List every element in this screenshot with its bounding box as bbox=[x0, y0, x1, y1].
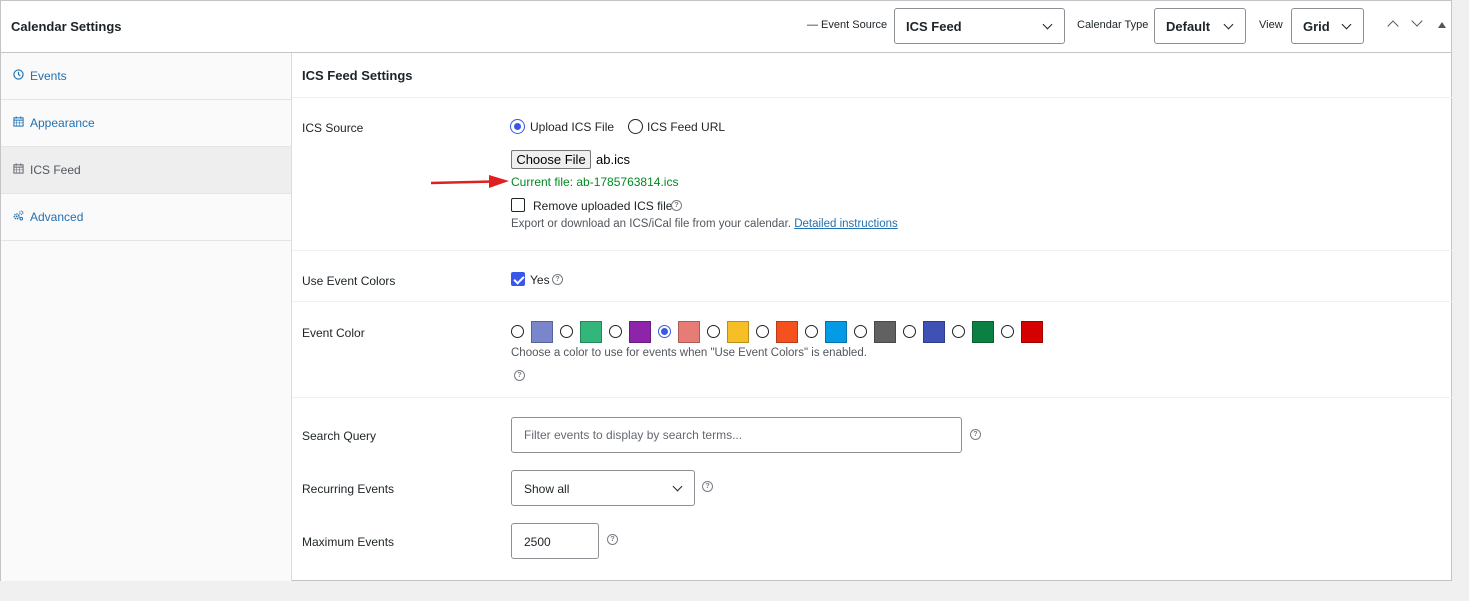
calendar-settings-panel: Calendar Settings — Event Source ICS Fee… bbox=[0, 0, 1452, 581]
view-label: View bbox=[1259, 19, 1283, 31]
gears-icon bbox=[13, 210, 24, 221]
help-icon[interactable]: ? bbox=[702, 481, 713, 492]
color-swatch[interactable] bbox=[678, 321, 700, 343]
remove-ics-label: Remove uploaded ICS file bbox=[533, 199, 673, 213]
view-value: Grid bbox=[1303, 19, 1330, 34]
chevron-down-icon bbox=[1341, 19, 1352, 30]
chevron-down-icon bbox=[1411, 15, 1423, 27]
help-icon[interactable]: ? bbox=[552, 274, 563, 285]
event-color-radio[interactable] bbox=[560, 325, 573, 338]
current-file-text: Current file: ab-1785763814.ics bbox=[511, 175, 679, 189]
chevron-up-icon bbox=[1387, 20, 1399, 32]
divider bbox=[292, 397, 1452, 398]
detailed-instructions-link[interactable]: Detailed instructions bbox=[794, 218, 898, 230]
color-swatch[interactable] bbox=[825, 321, 847, 343]
color-swatch[interactable] bbox=[972, 321, 994, 343]
color-swatch[interactable] bbox=[727, 321, 749, 343]
chevron-down-icon bbox=[1042, 19, 1053, 30]
help-icon[interactable]: ? bbox=[514, 370, 525, 381]
color-swatch[interactable] bbox=[776, 321, 798, 343]
tab-label: Advanced bbox=[30, 210, 84, 224]
search-query-placeholder: Filter events to display by search terms… bbox=[524, 428, 743, 442]
event-color-radio[interactable] bbox=[658, 325, 671, 338]
search-query-input[interactable]: Filter events to display by search terms… bbox=[511, 417, 962, 453]
chevron-down-icon bbox=[1223, 19, 1234, 30]
color-swatch[interactable] bbox=[874, 321, 896, 343]
ics-feed-url-label: ICS Feed URL bbox=[647, 120, 726, 134]
move-up-button[interactable] bbox=[1384, 15, 1404, 35]
export-help-text: Export or download an ICS/iCal file from… bbox=[511, 218, 898, 230]
event-source-label: — Event Source bbox=[807, 19, 888, 31]
tab-label: ICS Feed bbox=[30, 163, 81, 177]
use-event-colors-checkbox[interactable] bbox=[511, 272, 525, 286]
event-color-radio[interactable] bbox=[952, 325, 965, 338]
event-color-radio[interactable] bbox=[903, 325, 916, 338]
use-event-colors-yes: Yes bbox=[530, 273, 550, 287]
section-title: ICS Feed Settings bbox=[302, 68, 413, 83]
remove-ics-checkbox[interactable] bbox=[511, 198, 525, 212]
calendar-type-select[interactable]: Default bbox=[1154, 8, 1246, 44]
help-icon[interactable]: ? bbox=[671, 200, 682, 211]
export-help-desc: Export or download an ICS/iCal file from… bbox=[511, 218, 791, 230]
settings-sidebar: Events Appearance ICS Feed Advanced bbox=[1, 53, 292, 581]
divider bbox=[292, 301, 1452, 302]
event-color-radio[interactable] bbox=[609, 325, 622, 338]
color-swatch[interactable] bbox=[923, 321, 945, 343]
chevron-down-icon bbox=[672, 481, 683, 492]
calendar-icon bbox=[13, 116, 24, 127]
color-swatch[interactable] bbox=[1021, 321, 1043, 343]
panel-header: Calendar Settings — Event Source ICS Fee… bbox=[1, 1, 1451, 53]
color-swatch[interactable] bbox=[580, 321, 602, 343]
tab-events[interactable]: Events bbox=[1, 53, 291, 100]
ics-feed-url-radio[interactable] bbox=[628, 119, 643, 134]
maximum-events-value: 2500 bbox=[524, 535, 551, 549]
use-event-colors-label: Use Event Colors bbox=[302, 274, 396, 288]
annotation-arrow-icon bbox=[431, 175, 509, 188]
upload-ics-radio[interactable] bbox=[510, 119, 525, 134]
event-color-radio[interactable] bbox=[511, 325, 524, 338]
move-down-button[interactable] bbox=[1408, 15, 1428, 35]
search-query-label: Search Query bbox=[302, 429, 377, 443]
maximum-events-label: Maximum Events bbox=[302, 535, 395, 549]
calendar-type-value: Default bbox=[1166, 19, 1211, 34]
event-color-description: Choose a color to use for events when "U… bbox=[511, 347, 867, 359]
tab-appearance[interactable]: Appearance bbox=[1, 100, 291, 147]
clock-icon bbox=[13, 69, 24, 80]
divider bbox=[292, 97, 1452, 98]
maximum-events-input[interactable]: 2500 bbox=[511, 523, 599, 559]
help-icon[interactable]: ? bbox=[607, 534, 618, 545]
panel-title: Calendar Settings bbox=[11, 19, 122, 34]
choose-file-button[interactable]: Choose File bbox=[511, 150, 591, 169]
event-color-radio[interactable] bbox=[756, 325, 769, 338]
calendar-icon bbox=[13, 163, 24, 174]
divider bbox=[292, 250, 1452, 251]
tab-label: Appearance bbox=[30, 116, 95, 130]
tab-label: Events bbox=[30, 69, 67, 83]
tab-advanced[interactable]: Advanced bbox=[1, 194, 291, 241]
recurring-events-label: Recurring Events bbox=[302, 482, 395, 496]
event-color-radio[interactable] bbox=[854, 325, 867, 338]
calendar-type-label: Calendar Type bbox=[1077, 19, 1149, 31]
event-color-radio[interactable] bbox=[1001, 325, 1014, 338]
settings-content: ICS Feed Settings ICS Source Upload ICS … bbox=[292, 53, 1452, 581]
collapse-toggle-icon[interactable] bbox=[1438, 22, 1446, 28]
color-swatch[interactable] bbox=[629, 321, 651, 343]
color-swatch[interactable] bbox=[531, 321, 553, 343]
event-color-label: Event Color bbox=[302, 326, 365, 340]
event-color-radio[interactable] bbox=[805, 325, 818, 338]
tab-ics-feed[interactable]: ICS Feed bbox=[1, 147, 291, 194]
recurring-events-value: Show all bbox=[524, 482, 570, 496]
recurring-events-select[interactable]: Show all bbox=[511, 470, 695, 506]
view-select[interactable]: Grid bbox=[1291, 8, 1364, 44]
event-source-select[interactable]: ICS Feed bbox=[894, 8, 1065, 44]
event-source-value: ICS Feed bbox=[906, 19, 962, 34]
chosen-file-name: ab.ics bbox=[596, 152, 630, 167]
event-color-radio[interactable] bbox=[707, 325, 720, 338]
upload-ics-label: Upload ICS File bbox=[530, 120, 615, 134]
ics-source-label: ICS Source bbox=[302, 121, 364, 135]
help-icon[interactable]: ? bbox=[970, 429, 981, 440]
